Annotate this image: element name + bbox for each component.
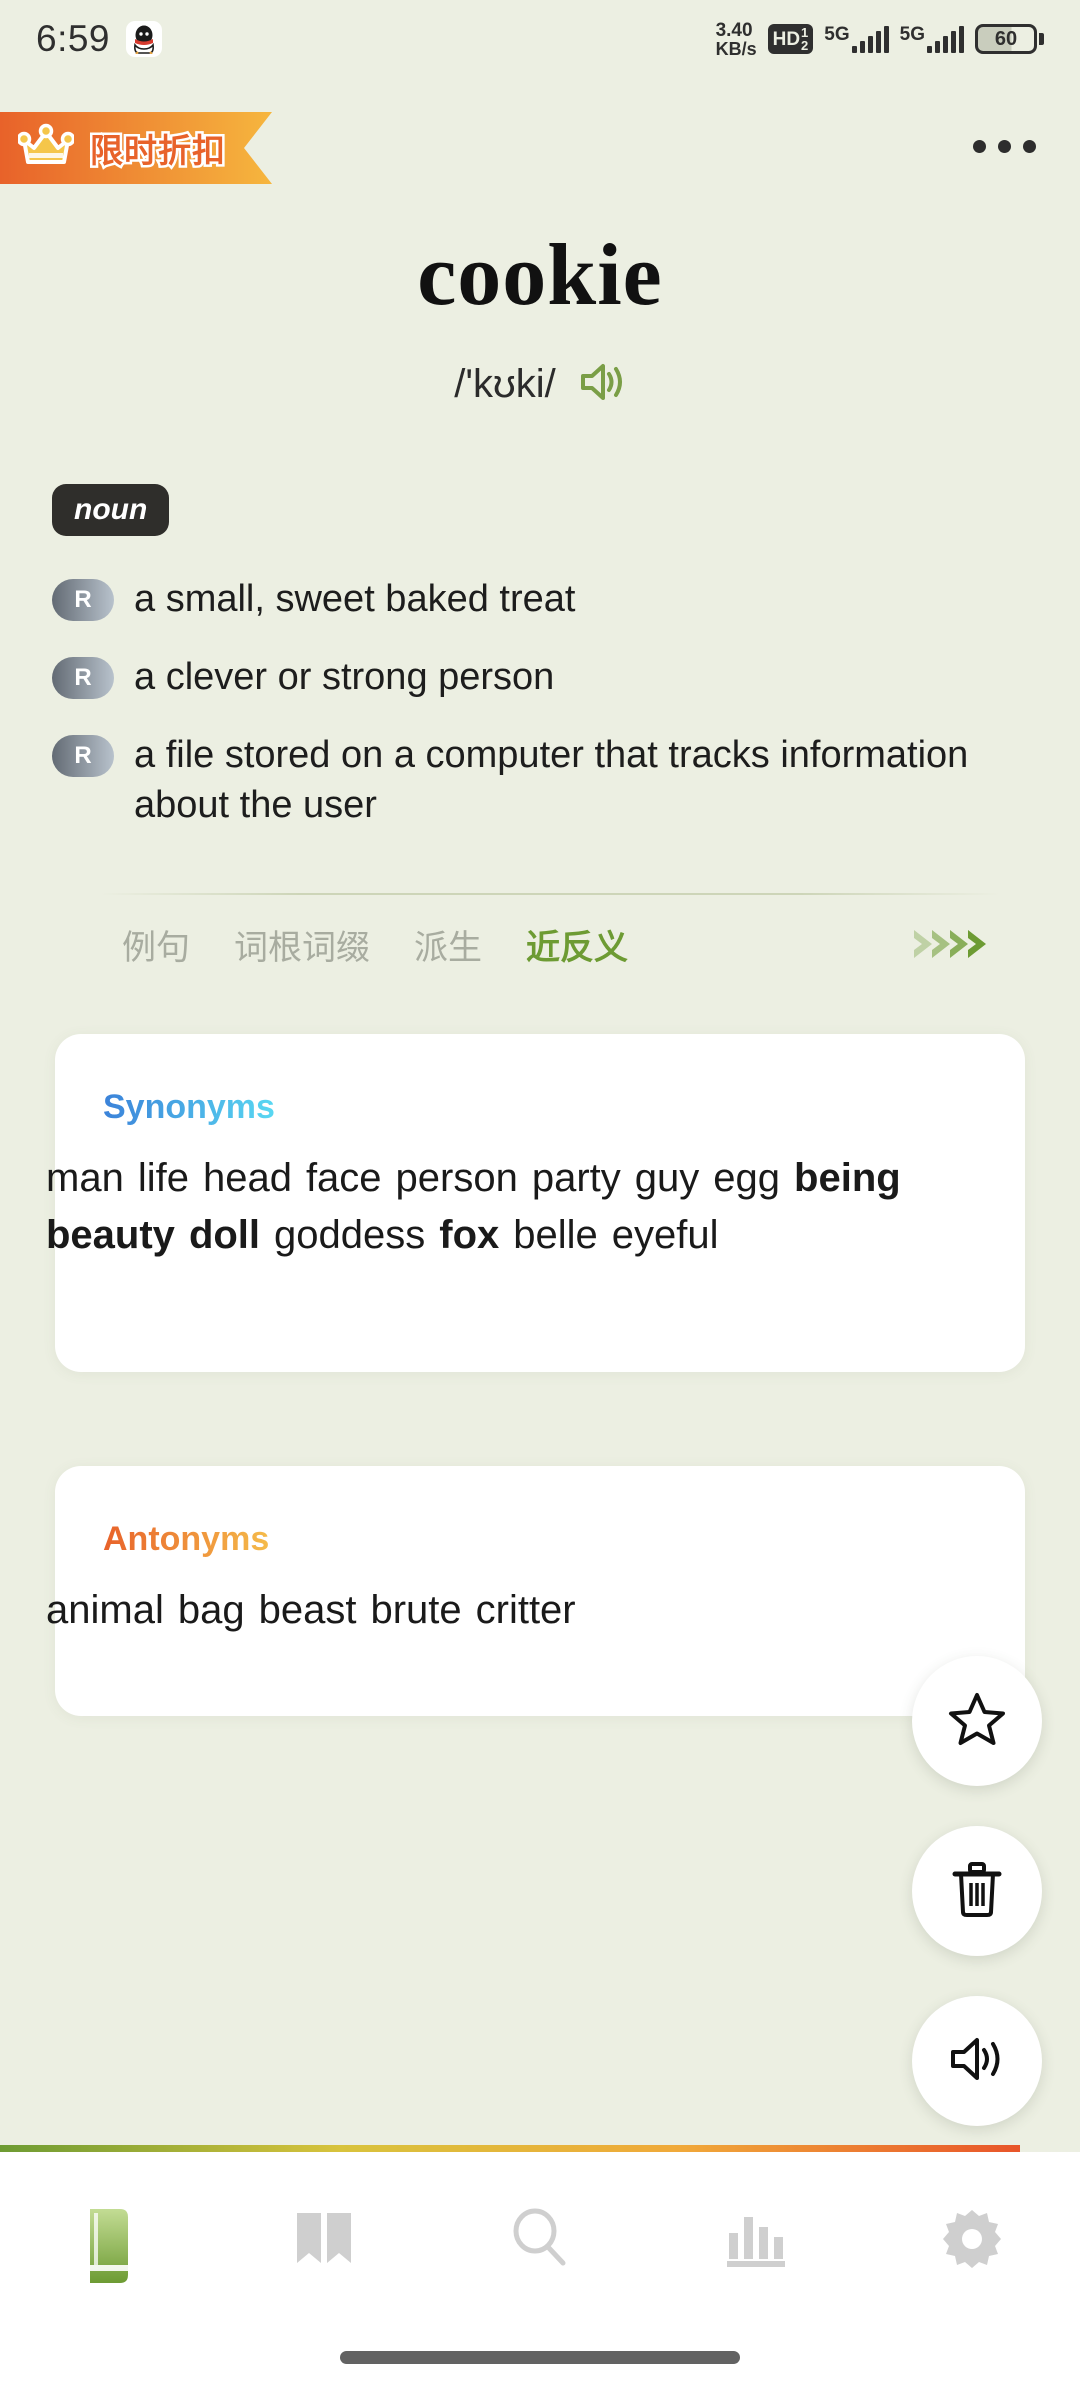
page-title: cookie [417, 227, 663, 324]
definition-row: R a file stored on a computer that track… [52, 730, 1012, 830]
sim1-signal-bars [851, 25, 889, 53]
double-chevron-right-icon[interactable] [910, 922, 1020, 966]
definition-text: a file stored on a computer that tracks … [134, 734, 969, 827]
home-indicator[interactable] [340, 2351, 740, 2364]
sim1-network-label: 5G [824, 24, 850, 45]
status-clock: 6:59 [36, 18, 111, 59]
word-chip[interactable]: doll [189, 1207, 260, 1264]
nav-item-reading[interactable] [244, 2207, 404, 2274]
trash-icon [950, 1860, 1004, 1923]
word-chip[interactable]: bag [178, 1582, 245, 1639]
status-bar-left: 6:59 [36, 18, 163, 60]
pronounce-button[interactable] [912, 1996, 1042, 2126]
antonyms-title: Antonyms [103, 1520, 270, 1558]
word-chip[interactable]: goddess [274, 1207, 425, 1264]
tab-synonyms-antonyms[interactable]: 近反义 [504, 920, 650, 969]
word-chip[interactable]: face [306, 1150, 382, 1207]
word-chip[interactable]: eyeful [612, 1207, 719, 1264]
nav-item-settings[interactable] [892, 2207, 1052, 2276]
phonetic-row: /'kʊki/ [0, 360, 1080, 409]
status-bar: 6:59 3.40 KB/s HD 1 2 5G 5G 60 [0, 0, 1080, 78]
battery-indicator: 60 [975, 24, 1044, 54]
star-icon [948, 1691, 1006, 1752]
rank-badge[interactable]: R [52, 735, 114, 778]
delete-button[interactable] [912, 1826, 1042, 1956]
definition-text: a clever or strong person [134, 656, 555, 699]
word-chip[interactable]: belle [513, 1207, 598, 1264]
tab-roots-affixes[interactable]: 词根词缀 [212, 920, 392, 969]
more-horizontal-icon[interactable] [965, 132, 1044, 161]
accent-bar [0, 2145, 1020, 2152]
hd-sim-bottom: 2 [801, 38, 809, 53]
bar-chart-icon [723, 2207, 789, 2274]
battery-cap-icon [1039, 33, 1044, 45]
nav-item-search[interactable] [460, 2207, 620, 2274]
definition-text: a small, sweet baked treat [134, 578, 576, 620]
word-chip[interactable]: brute [370, 1582, 461, 1639]
network-speed-unit: KB/s [715, 38, 757, 59]
synonyms-title: Synonyms [103, 1088, 275, 1126]
rank-badge[interactable]: R [52, 579, 114, 621]
word-chip[interactable]: man [46, 1150, 124, 1207]
phonetic-text: /'kʊki/ [454, 362, 556, 406]
sim2-signal-bars [927, 25, 964, 53]
word-chip[interactable]: party [532, 1150, 621, 1207]
book-open-icon [293, 2207, 355, 2274]
word-chip[interactable]: critter [476, 1582, 576, 1639]
speaker-icon [948, 2033, 1006, 2090]
definition-row: R a small, sweet baked treat [52, 574, 1012, 624]
hd-label: HD [772, 28, 801, 50]
crown-icon [18, 122, 74, 175]
qq-penguin-icon [126, 21, 163, 57]
network-speed-value: 3.40 [715, 19, 753, 41]
part-of-speech-badge: noun [52, 484, 170, 536]
synonyms-word-list: man life head face person party guy egg being bea… [46, 1150, 1040, 1264]
favorite-button[interactable] [912, 1656, 1042, 1786]
sim2-network-label: 5G [899, 24, 925, 45]
definition-list: R a small, sweet baked treat R a clever … [52, 574, 1012, 859]
word-chip[interactable]: beauty [46, 1207, 175, 1264]
tab-example-sentences[interactable]: 例句 [100, 920, 212, 969]
promo-label: 限时折扣 [90, 132, 226, 169]
network-speed-indicator: 3.40 KB/s [716, 21, 757, 58]
rank-badge[interactable]: R [52, 657, 114, 700]
word-chip[interactable]: person [396, 1150, 518, 1207]
antonyms-word-list: animal bag beast brute critter [46, 1582, 1040, 1639]
nav-item-statistics[interactable] [676, 2207, 836, 2274]
sim2-signal-indicator: 5G [900, 25, 964, 53]
tab-derivatives[interactable]: 派生 [392, 920, 504, 969]
word-chip[interactable]: guy [635, 1150, 700, 1207]
tab-bar: 例句 词根词缀 派生 近反义 [100, 905, 1020, 983]
book-closed-icon [82, 2207, 134, 2290]
tab-divider [100, 893, 1000, 895]
word-chip[interactable]: fox [439, 1207, 499, 1264]
sim1-signal-indicator: 5G [824, 24, 889, 53]
word-chip[interactable]: beast [259, 1582, 357, 1639]
speaker-icon[interactable] [578, 360, 626, 409]
definition-row: R a clever or strong person [52, 652, 1012, 702]
word-chip[interactable]: egg [713, 1150, 780, 1207]
battery-level: 60 [975, 24, 1037, 54]
word-chip[interactable]: head [203, 1150, 292, 1207]
app-screen: 6:59 3.40 KB/s HD 1 2 5G 5G 60 限时折扣 cook… [0, 0, 1080, 2400]
word-chip[interactable]: being [794, 1150, 901, 1207]
promo-banner[interactable]: 限时折扣 [0, 112, 272, 184]
word-chip[interactable]: animal [46, 1582, 164, 1639]
gear-icon [940, 2207, 1004, 2276]
search-icon [509, 2207, 571, 2274]
status-bar-right: 3.40 KB/s HD 1 2 5G 5G 60 [716, 21, 1044, 58]
nav-item-dictionary[interactable] [28, 2207, 188, 2290]
word-chip[interactable]: life [138, 1150, 189, 1207]
hd-voice-icon: HD 1 2 [767, 24, 814, 54]
